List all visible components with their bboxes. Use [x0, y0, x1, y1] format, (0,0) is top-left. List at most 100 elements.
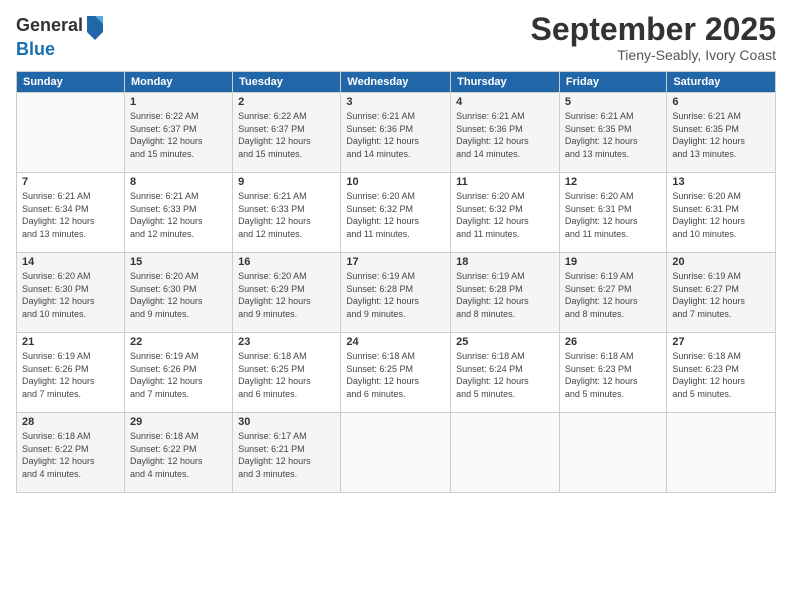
- day-number: 25: [456, 336, 554, 348]
- table-row: 30 Sunrise: 6:17 AM Sunset: 6:21 PM Dayli…: [233, 413, 341, 493]
- day-info: Sunrise: 6:19 AM Sunset: 6:27 PM Dayligh…: [565, 270, 661, 320]
- day-number: 20: [672, 256, 770, 268]
- table-row: 13 Sunrise: 6:20 AM Sunset: 6:31 PM Dayli…: [667, 173, 776, 253]
- day-info: Sunrise: 6:20 AM Sunset: 6:31 PM Dayligh…: [672, 190, 770, 240]
- table-row: [559, 413, 666, 493]
- table-row: [667, 413, 776, 493]
- day-number: 12: [565, 176, 661, 188]
- day-number: 9: [238, 176, 335, 188]
- table-row: 1 Sunrise: 6:22 AM Sunset: 6:37 PM Daylig…: [124, 93, 232, 173]
- day-number: 6: [672, 96, 770, 108]
- day-number: 21: [22, 336, 119, 348]
- day-info: Sunrise: 6:21 AM Sunset: 6:36 PM Dayligh…: [456, 110, 554, 160]
- location: Tieny-Seably, Ivory Coast: [531, 47, 776, 63]
- day-number: 4: [456, 96, 554, 108]
- day-number: 30: [238, 416, 335, 428]
- day-number: 15: [130, 256, 227, 268]
- day-info: Sunrise: 6:18 AM Sunset: 6:25 PM Dayligh…: [238, 350, 335, 400]
- col-sunday: Sunday: [17, 72, 125, 93]
- table-row: 23 Sunrise: 6:18 AM Sunset: 6:25 PM Dayli…: [233, 333, 341, 413]
- day-number: 28: [22, 416, 119, 428]
- page: General Blue September 2025 Tieny-Seably…: [0, 0, 792, 612]
- day-number: 24: [346, 336, 445, 348]
- day-info: Sunrise: 6:21 AM Sunset: 6:33 PM Dayligh…: [130, 190, 227, 240]
- day-number: 18: [456, 256, 554, 268]
- table-row: 25 Sunrise: 6:18 AM Sunset: 6:24 PM Dayli…: [451, 333, 560, 413]
- table-row: 16 Sunrise: 6:20 AM Sunset: 6:29 PM Dayli…: [233, 253, 341, 333]
- day-info: Sunrise: 6:20 AM Sunset: 6:30 PM Dayligh…: [22, 270, 119, 320]
- day-info: Sunrise: 6:18 AM Sunset: 6:23 PM Dayligh…: [565, 350, 661, 400]
- table-row: 11 Sunrise: 6:20 AM Sunset: 6:32 PM Dayli…: [451, 173, 560, 253]
- day-info: Sunrise: 6:22 AM Sunset: 6:37 PM Dayligh…: [238, 110, 335, 160]
- day-number: 13: [672, 176, 770, 188]
- day-info: Sunrise: 6:20 AM Sunset: 6:31 PM Dayligh…: [565, 190, 661, 240]
- header: General Blue September 2025 Tieny-Seably…: [16, 12, 776, 63]
- day-info: Sunrise: 6:22 AM Sunset: 6:37 PM Dayligh…: [130, 110, 227, 160]
- day-info: Sunrise: 6:18 AM Sunset: 6:24 PM Dayligh…: [456, 350, 554, 400]
- col-monday: Monday: [124, 72, 232, 93]
- table-row: 9Sunrise: 6:21 AM Sunset: 6:33 PM Daylig…: [233, 173, 341, 253]
- day-info: Sunrise: 6:20 AM Sunset: 6:32 PM Dayligh…: [456, 190, 554, 240]
- calendar-week-row: 21 Sunrise: 6:19 AM Sunset: 6:26 PM Dayli…: [17, 333, 776, 413]
- table-row: 22Sunrise: 6:19 AM Sunset: 6:26 PM Dayli…: [124, 333, 232, 413]
- col-wednesday: Wednesday: [341, 72, 451, 93]
- day-number: 26: [565, 336, 661, 348]
- day-number: 16: [238, 256, 335, 268]
- calendar-week-row: 7 Sunrise: 6:21 AM Sunset: 6:34 PM Daylig…: [17, 173, 776, 253]
- day-info: Sunrise: 6:18 AM Sunset: 6:25 PM Dayligh…: [346, 350, 445, 400]
- day-info: Sunrise: 6:21 AM Sunset: 6:35 PM Dayligh…: [672, 110, 770, 160]
- calendar-week-row: 1 Sunrise: 6:22 AM Sunset: 6:37 PM Daylig…: [17, 93, 776, 173]
- table-row: 2 Sunrise: 6:22 AM Sunset: 6:37 PM Daylig…: [233, 93, 341, 173]
- table-row: 24 Sunrise: 6:18 AM Sunset: 6:25 PM Dayli…: [341, 333, 451, 413]
- table-row: 18 Sunrise: 6:19 AM Sunset: 6:28 PM Dayli…: [451, 253, 560, 333]
- table-row: 5Sunrise: 6:21 AM Sunset: 6:35 PM Daylig…: [559, 93, 666, 173]
- table-row: 27 Sunrise: 6:18 AM Sunset: 6:23 PM Dayli…: [667, 333, 776, 413]
- table-row: 20 Sunrise: 6:19 AM Sunset: 6:27 PM Dayli…: [667, 253, 776, 333]
- table-row: 6 Sunrise: 6:21 AM Sunset: 6:35 PM Daylig…: [667, 93, 776, 173]
- table-row: 28 Sunrise: 6:18 AM Sunset: 6:22 PM Dayli…: [17, 413, 125, 493]
- table-row: 10 Sunrise: 6:20 AM Sunset: 6:32 PM Dayli…: [341, 173, 451, 253]
- day-info: Sunrise: 6:19 AM Sunset: 6:27 PM Dayligh…: [672, 270, 770, 320]
- day-number: 3: [346, 96, 445, 108]
- day-info: Sunrise: 6:19 AM Sunset: 6:28 PM Dayligh…: [456, 270, 554, 320]
- calendar-header-row: Sunday Monday Tuesday Wednesday Thursday…: [17, 72, 776, 93]
- day-number: 8: [130, 176, 227, 188]
- logo-blue: Blue: [16, 40, 105, 60]
- day-info: Sunrise: 6:17 AM Sunset: 6:21 PM Dayligh…: [238, 430, 335, 480]
- day-number: 23: [238, 336, 335, 348]
- day-number: 17: [346, 256, 445, 268]
- day-info: Sunrise: 6:18 AM Sunset: 6:23 PM Dayligh…: [672, 350, 770, 400]
- day-number: 7: [22, 176, 119, 188]
- col-thursday: Thursday: [451, 72, 560, 93]
- day-number: 10: [346, 176, 445, 188]
- day-number: 27: [672, 336, 770, 348]
- day-number: 2: [238, 96, 335, 108]
- day-info: Sunrise: 6:19 AM Sunset: 6:26 PM Dayligh…: [22, 350, 119, 400]
- col-saturday: Saturday: [667, 72, 776, 93]
- day-number: 29: [130, 416, 227, 428]
- table-row: [451, 413, 560, 493]
- logo-general: General: [16, 16, 83, 36]
- day-info: Sunrise: 6:18 AM Sunset: 6:22 PM Dayligh…: [22, 430, 119, 480]
- table-row: 14 Sunrise: 6:20 AM Sunset: 6:30 PM Dayli…: [17, 253, 125, 333]
- table-row: 4 Sunrise: 6:21 AM Sunset: 6:36 PM Daylig…: [451, 93, 560, 173]
- table-row: [341, 413, 451, 493]
- table-row: 7 Sunrise: 6:21 AM Sunset: 6:34 PM Daylig…: [17, 173, 125, 253]
- table-row: [17, 93, 125, 173]
- table-row: 3Sunrise: 6:21 AM Sunset: 6:36 PM Daylig…: [341, 93, 451, 173]
- title-block: September 2025 Tieny-Seably, Ivory Coast: [531, 12, 776, 63]
- day-info: Sunrise: 6:20 AM Sunset: 6:30 PM Dayligh…: [130, 270, 227, 320]
- day-number: 1: [130, 96, 227, 108]
- day-info: Sunrise: 6:20 AM Sunset: 6:29 PM Dayligh…: [238, 270, 335, 320]
- day-info: Sunrise: 6:18 AM Sunset: 6:22 PM Dayligh…: [130, 430, 227, 480]
- day-info: Sunrise: 6:21 AM Sunset: 6:35 PM Dayligh…: [565, 110, 661, 160]
- col-tuesday: Tuesday: [233, 72, 341, 93]
- day-number: 14: [22, 256, 119, 268]
- day-info: Sunrise: 6:20 AM Sunset: 6:32 PM Dayligh…: [346, 190, 445, 240]
- day-info: Sunrise: 6:19 AM Sunset: 6:28 PM Dayligh…: [346, 270, 445, 320]
- day-info: Sunrise: 6:21 AM Sunset: 6:34 PM Dayligh…: [22, 190, 119, 240]
- day-number: 11: [456, 176, 554, 188]
- calendar-week-row: 14 Sunrise: 6:20 AM Sunset: 6:30 PM Dayli…: [17, 253, 776, 333]
- logo-icon: [85, 12, 105, 40]
- calendar: Sunday Monday Tuesday Wednesday Thursday…: [16, 71, 776, 493]
